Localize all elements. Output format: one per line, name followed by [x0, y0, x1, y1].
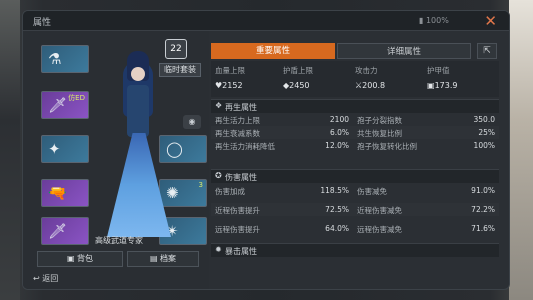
weapon-icon: 🗡 [48, 96, 68, 114]
equip-slot-5[interactable]: 🗡 [41, 217, 89, 245]
attr-label: 伤害减免 [357, 187, 387, 196]
section-crit-title: 暴击属性 [225, 247, 257, 256]
back-label: 返回 [42, 274, 59, 283]
tab-detail-attributes[interactable]: 详细属性 [337, 43, 471, 59]
equip-slot-1[interactable]: ⚗ [41, 45, 89, 73]
stat-attack: ⚔200.8 [355, 81, 385, 90]
attr-label: 远程伤害减免 [357, 225, 402, 234]
attribute-tabs: 重要属性 详细属性 ⇱ [211, 43, 499, 59]
stat-hp-value: 2152 [222, 81, 243, 90]
stat-shield: ◆2450 [283, 81, 310, 90]
core-stats: 血量上限 ♥2152 护盾上限 ◆2450 攻击力 ⚔200.8 护甲值 ▣17… [211, 61, 499, 97]
gear-item-icon: ⚗ [48, 50, 62, 68]
title-bar: 属性 ▮ 100% ✕ [23, 11, 509, 31]
archive-label: 档案 [160, 254, 177, 263]
attr-value: 25% [478, 128, 495, 137]
temp-outfit-button[interactable]: 临时套装 [159, 63, 201, 77]
attr-value: 6.0% [329, 128, 349, 137]
equip-slot-4[interactable]: 🔫 [41, 179, 89, 207]
stat-hp: ♥2152 [215, 81, 243, 90]
attr-value: 64.0% [325, 224, 349, 233]
attr-value: 91.0% [471, 186, 495, 195]
back-button[interactable]: ↩ 返回 [33, 273, 58, 284]
attr-label: 远程伤害提升 [215, 225, 260, 234]
share-icon[interactable]: ⇱ [477, 43, 497, 59]
table-row: 再生活力上限 2100 孢子分裂指数 350.0 [211, 113, 499, 126]
character-body [127, 85, 149, 137]
section-damage-title: 伤害属性 [225, 173, 257, 182]
attr-value: 118.5% [320, 186, 349, 195]
attr-value: 72.5% [325, 205, 349, 214]
bag-label: 背包 [77, 254, 94, 263]
stat-armor-label: 护甲值 [427, 66, 450, 75]
stat-armor-value: 173.9 [434, 81, 458, 90]
tab-main-attributes[interactable]: 重要属性 [211, 43, 335, 59]
background-right-edge [509, 0, 533, 300]
rifle-icon: 🔫 [48, 184, 67, 202]
title-label: 高级武道专家 [95, 236, 143, 245]
archive-icon: ▤ [149, 254, 158, 263]
background-left-edge [0, 0, 20, 300]
attr-label: 孢子恢复转化比例 [357, 142, 417, 151]
slot-tag: 仿ED [68, 94, 85, 102]
damage-icon: ✪ [215, 171, 222, 180]
battery-value: 100% [425, 16, 449, 25]
section-regen-title: 再生属性 [225, 103, 257, 112]
crit-icon: ✹ [215, 245, 222, 254]
stat-shield-label: 护盾上限 [283, 66, 313, 75]
bag-icon: ▣ [66, 254, 75, 263]
regen-icon: ❖ [215, 101, 223, 110]
attr-value: 71.6% [471, 224, 495, 233]
window-title: 属性 [33, 18, 52, 28]
table-row: 再生衰减系数 6.0% 共生恢复比例 25% [211, 126, 499, 139]
attribute-window: 属性 ▮ 100% ✕ ⚗ 仿ED 🗡 ✦ 🔫 🗡 ◯ 3 ✺ ✴ 22 临时套… [22, 10, 510, 290]
back-icon: ↩ [33, 274, 40, 283]
section-regen-header: ❖ 再生属性 [211, 99, 499, 113]
close-icon[interactable]: ✕ [484, 12, 497, 30]
attr-value: 100% [473, 141, 495, 150]
attr-label: 共生恢复比例 [357, 129, 402, 138]
character-face [131, 67, 145, 81]
attr-value: 72.2% [471, 205, 495, 214]
table-row: 远程伤害提升 64.0% 远程伤害减免 71.6% [211, 222, 499, 235]
attr-label: 近程伤害提升 [215, 206, 260, 215]
stat-attack-value: 200.8 [362, 81, 386, 90]
table-row: 再生活力消耗降低 12.0% 孢子恢复转化比例 100% [211, 139, 499, 152]
knife-icon: 🗡 [48, 222, 68, 240]
attr-label: 再生活力消耗降低 [215, 142, 275, 151]
attr-label: 再生活力上限 [215, 116, 260, 125]
attr-label: 伤害加成 [215, 187, 245, 196]
stat-shield-value: 2450 [289, 81, 310, 90]
stat-hp-label: 血量上限 [215, 66, 245, 75]
equip-slot-3[interactable]: ✦ [41, 135, 89, 163]
armor-icon: ▣ [427, 81, 435, 90]
character-dress [107, 133, 171, 237]
attr-value: 12.0% [325, 141, 349, 150]
eye-icon[interactable]: ◉ [183, 115, 201, 129]
attr-value: 350.0 [473, 115, 495, 124]
section-crit-header: ✹ 暴击属性 [211, 243, 499, 257]
bag-button[interactable]: ▣ 背包 [37, 251, 123, 267]
equip-slot-2[interactable]: 仿ED 🗡 [41, 91, 89, 119]
table-row: 近程伤害提升 72.5% 近程伤害减免 72.2% [211, 203, 499, 216]
level-badge[interactable]: 22 [165, 39, 187, 59]
attr-label: 近程伤害减免 [357, 206, 402, 215]
slot-count: 3 [198, 181, 203, 189]
stat-armor: ▣173.9 [427, 81, 457, 90]
stat-attack-label: 攻击力 [355, 66, 378, 75]
item-icon: ✦ [48, 140, 61, 158]
attr-value: 2100 [329, 115, 349, 124]
archive-button[interactable]: ▤ 档案 [127, 251, 199, 267]
battery-indicator: ▮ 100% [419, 16, 449, 25]
attr-label: 孢子分裂指数 [357, 116, 402, 125]
section-damage-header: ✪ 伤害属性 [211, 169, 499, 183]
attr-label: 再生衰减系数 [215, 129, 260, 138]
character-panel: ⚗ 仿ED 🗡 ✦ 🔫 🗡 ◯ 3 ✺ ✴ 22 临时套装 ◉ 高级武道专家 ▣… [23, 31, 209, 289]
table-row: 伤害加成 118.5% 伤害减免 91.0% [211, 184, 499, 197]
